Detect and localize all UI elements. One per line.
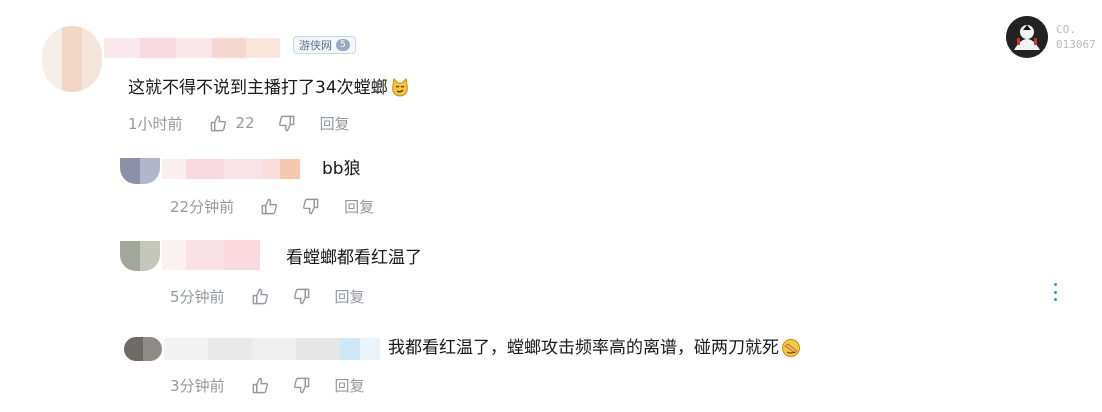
thumbs-down-icon [278,115,294,131]
like-button[interactable] [251,376,270,395]
reply-content: 看螳螂都看红温了 [286,247,422,269]
reply-content: bb狼 [322,158,361,180]
thumbs-up-icon [252,288,268,304]
badge-site-name: 游侠网 [299,39,332,52]
reply-content: 我都看红温了，螳螂攻击频率高的离谱，碰两刀就死 [388,337,801,359]
dislike-button[interactable] [292,287,311,306]
user-id-line2: 013067 [1056,38,1096,51]
comment-username[interactable] [104,38,280,58]
thumbs-up-icon [261,198,278,214]
thumbs-up-icon [210,115,226,131]
reply-text: 看螳螂都看红温了 [286,248,422,268]
reply-button[interactable]: 回复 [335,286,365,307]
like-button[interactable] [251,287,270,306]
dislike-button[interactable] [292,376,311,395]
reply-text: bb狼 [322,159,361,179]
comment-actions: 1小时前 22 回复 [128,112,350,134]
badge-level: 5 [336,39,350,51]
reply-time: 3分钟前 [170,376,225,395]
like-button[interactable] [260,197,279,216]
thumbs-down-icon [303,198,319,214]
reply-time: 5分钟前 [170,287,225,306]
user-level-badge: 游侠网 5 [293,36,356,54]
thumbs-down-icon [293,288,309,304]
reply-avatar[interactable] [120,158,160,184]
reply-username[interactable] [162,240,260,270]
comment-time: 1小时前 [128,114,183,133]
reply-actions: 22分钟前 回复 [170,195,374,217]
comment-content: 这就不得不说到主播打了34次螳螂 [128,77,410,99]
thumbs-down-icon [293,377,309,393]
reply-button[interactable]: 回复 [320,113,350,134]
like-button[interactable]: 22 [209,114,255,133]
comment-text: 这就不得不说到主播打了34次螳螂 [128,78,388,98]
reply-actions: 5分钟前 回复 [170,285,365,307]
reply-button[interactable]: 回复 [335,375,365,396]
current-user-id: CO. 013067 [1056,22,1096,52]
reply-button[interactable]: 回复 [344,196,374,217]
dislike-button[interactable] [277,114,296,133]
current-user-avatar[interactable] [1006,16,1048,58]
reply-avatar[interactable] [124,337,162,361]
thumbs-up-icon [252,377,268,393]
more-options-icon[interactable] [1049,283,1061,301]
reply-username[interactable] [162,159,300,179]
reply-actions: 3分钟前 回复 [170,374,365,396]
user-id-line1: CO. [1056,23,1076,36]
like-count: 22 [235,114,255,132]
facepalm-emoji [781,338,801,358]
reply-username[interactable] [164,338,380,360]
dislike-button[interactable] [301,197,320,216]
smug-cat-emoji [390,77,410,98]
reply-text: 我都看红温了，螳螂攻击频率高的离谱，碰两刀就死 [388,338,779,358]
reply-avatar[interactable] [120,241,160,271]
comment-avatar[interactable] [42,26,102,92]
reply-time: 22分钟前 [170,197,235,216]
